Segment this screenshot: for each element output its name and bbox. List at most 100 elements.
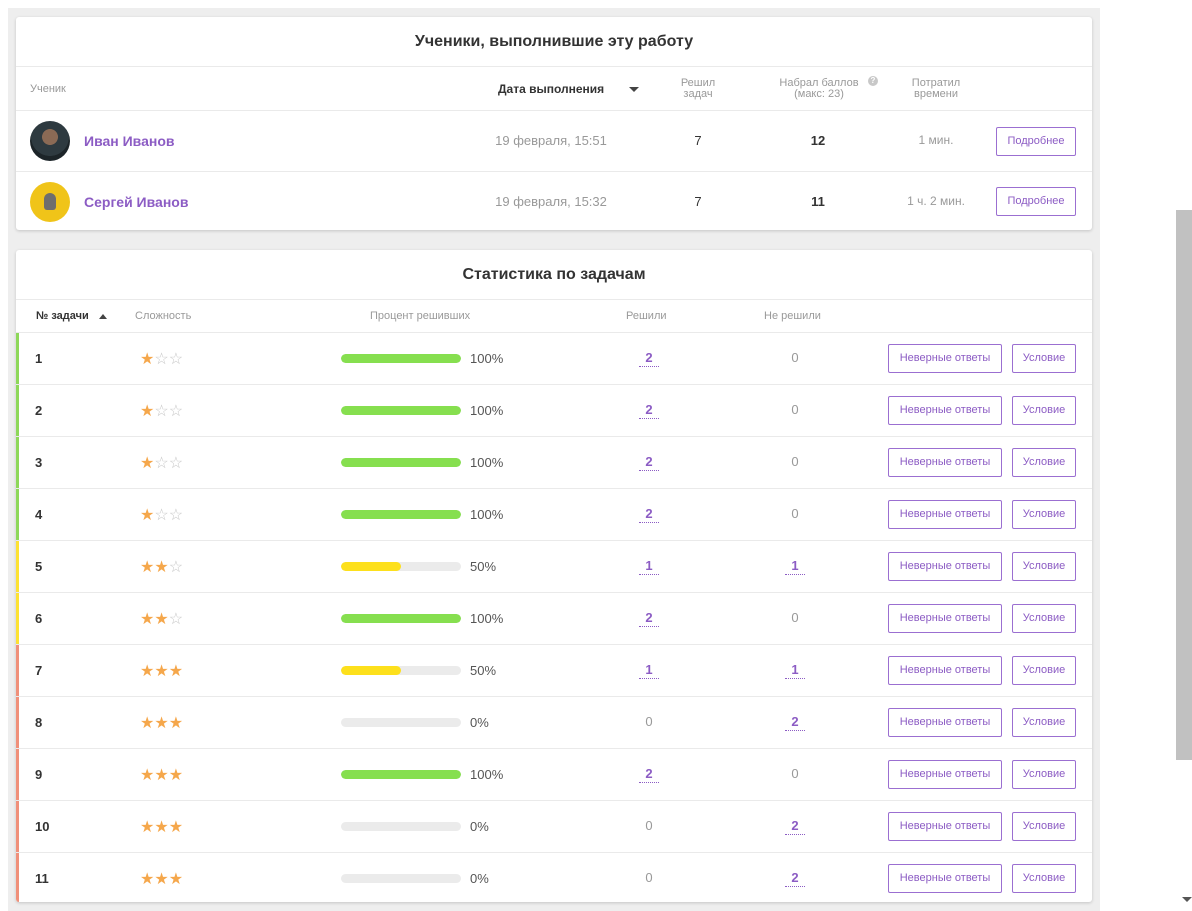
wrong-answers-button[interactable]: Неверные ответы — [888, 708, 1002, 737]
not-solved-count: 0 — [791, 402, 799, 417]
not-solved-count[interactable]: 1 — [785, 662, 805, 679]
condition-button[interactable]: Условие — [1012, 604, 1076, 633]
task-row: 8 ★★★ 0% 0 2 Неверные ответы Условие — [16, 696, 1092, 749]
details-button[interactable]: Подробнее — [996, 127, 1076, 156]
difficulty-stars: ★★☆ — [140, 609, 183, 629]
student-name-link[interactable]: Иван Иванов — [84, 133, 175, 149]
task-number: 7 — [35, 663, 43, 678]
star-empty-icon: ☆ — [168, 507, 184, 524]
task-number: 11 — [35, 871, 49, 886]
star-filled-icon: ★ — [168, 819, 184, 836]
wrong-answers-button[interactable]: Неверные ответы — [888, 604, 1002, 633]
task-row: 9 ★★★ 100% 2 0 Неверные ответы Условие — [16, 748, 1092, 801]
difficulty-stars: ★★★ — [140, 765, 183, 785]
header-solved: Решили — [626, 310, 667, 322]
not-solved-count[interactable]: 1 — [785, 558, 805, 575]
header-date[interactable]: Дата выполнения — [498, 82, 604, 96]
difficulty-stripe — [16, 801, 19, 853]
solved-count[interactable]: 2 — [639, 766, 659, 783]
condition-button[interactable]: Условие — [1012, 760, 1076, 789]
condition-button[interactable]: Условие — [1012, 864, 1076, 893]
star-filled-icon: ★ — [154, 767, 169, 784]
not-solved-count: 0 — [791, 350, 799, 365]
wrong-answers-button[interactable]: Неверные ответы — [888, 552, 1002, 581]
star-filled-icon: ★ — [140, 559, 155, 576]
task-row: 3 ★☆☆ 100% 2 0 Неверные ответы Условие — [16, 436, 1092, 489]
solved-count[interactable]: 2 — [639, 506, 659, 523]
scrollbar-thumb[interactable] — [1176, 210, 1192, 760]
wrong-answers-button[interactable]: Неверные ответы — [888, 344, 1002, 373]
star-filled-icon: ★ — [140, 455, 155, 472]
scroll-down-arrow-icon[interactable] — [1182, 897, 1192, 902]
task-number: 1 — [35, 351, 43, 366]
condition-button[interactable]: Условие — [1012, 656, 1076, 685]
star-filled-icon: ★ — [168, 663, 184, 680]
header-task-number[interactable]: № задачи — [36, 310, 89, 322]
student-name-link[interactable]: Сергей Иванов — [84, 194, 188, 210]
solved-count[interactable]: 2 — [639, 402, 659, 419]
task-number: 6 — [35, 611, 43, 626]
not-solved-count[interactable]: 2 — [785, 870, 805, 887]
percent-bar-fill — [341, 562, 401, 571]
wrong-answers-button[interactable]: Неверные ответы — [888, 656, 1002, 685]
solved-count[interactable]: 2 — [639, 350, 659, 367]
help-icon[interactable]: ? — [868, 76, 878, 86]
percent-bar — [341, 874, 461, 883]
wrong-answers-button[interactable]: Неверные ответы — [888, 812, 1002, 841]
star-filled-icon: ★ — [168, 871, 184, 888]
solved-count: 0 — [645, 818, 653, 833]
condition-button[interactable]: Условие — [1012, 552, 1076, 581]
condition-button[interactable]: Условие — [1012, 344, 1076, 373]
avatar — [30, 121, 70, 161]
percent-label: 100% — [470, 507, 504, 522]
not-solved-count[interactable]: 2 — [785, 714, 805, 731]
percent-bar — [341, 510, 461, 519]
wrong-answers-button[interactable]: Неверные ответы — [888, 500, 1002, 529]
solved-count[interactable]: 1 — [639, 662, 659, 679]
condition-button[interactable]: Условие — [1012, 448, 1076, 477]
wrong-answers-button[interactable]: Неверные ответы — [888, 760, 1002, 789]
percent-bar-fill — [341, 406, 461, 415]
task-stats-card-title: Статистика по задачам — [16, 250, 1092, 300]
star-empty-icon: ☆ — [168, 611, 184, 628]
sort-asc-icon[interactable] — [99, 314, 107, 319]
task-number: 10 — [35, 819, 50, 834]
star-empty-icon: ☆ — [154, 507, 169, 524]
score-value: 12 — [810, 133, 826, 148]
condition-button[interactable]: Условие — [1012, 396, 1076, 425]
difficulty-stripe — [16, 437, 19, 489]
completion-date: 19 февраля, 15:51 — [495, 133, 607, 148]
star-empty-icon: ☆ — [168, 559, 184, 576]
percent-bar — [341, 614, 461, 623]
sort-desc-icon[interactable] — [629, 87, 639, 92]
solved-count[interactable]: 1 — [639, 558, 659, 575]
wrong-answers-button[interactable]: Неверные ответы — [888, 448, 1002, 477]
solved-count: 0 — [645, 714, 653, 729]
difficulty-stripe — [16, 385, 19, 437]
percent-label: 100% — [470, 767, 504, 782]
difficulty-stripe — [16, 333, 19, 385]
student-row: Сергей Иванов 19 февраля, 15:32 7 11 1 ч… — [16, 171, 1092, 230]
condition-button[interactable]: Условие — [1012, 812, 1076, 841]
star-filled-icon: ★ — [154, 819, 169, 836]
solved-count[interactable]: 2 — [639, 610, 659, 627]
task-number: 4 — [35, 507, 43, 522]
percent-bar — [341, 770, 461, 779]
not-solved-count[interactable]: 2 — [785, 818, 805, 835]
condition-button[interactable]: Условие — [1012, 500, 1076, 529]
score-value: 11 — [811, 194, 825, 209]
percent-bar — [341, 666, 461, 675]
condition-button[interactable]: Условие — [1012, 708, 1076, 737]
percent-label: 100% — [470, 351, 504, 366]
wrong-answers-button[interactable]: Неверные ответы — [888, 396, 1002, 425]
solved-count[interactable]: 2 — [639, 454, 659, 471]
wrong-answers-button[interactable]: Неверные ответы — [888, 864, 1002, 893]
difficulty-stripe — [16, 489, 19, 541]
star-filled-icon: ★ — [168, 715, 184, 732]
star-filled-icon: ★ — [140, 871, 155, 888]
percent-label: 100% — [470, 611, 504, 626]
student-row: Иван Иванов 19 февраля, 15:51 7 12 1 мин… — [16, 110, 1092, 170]
percent-bar-fill — [341, 510, 461, 519]
header-score: Набрал баллов (макс: 23) — [779, 77, 859, 100]
details-button[interactable]: Подробнее — [996, 187, 1076, 216]
